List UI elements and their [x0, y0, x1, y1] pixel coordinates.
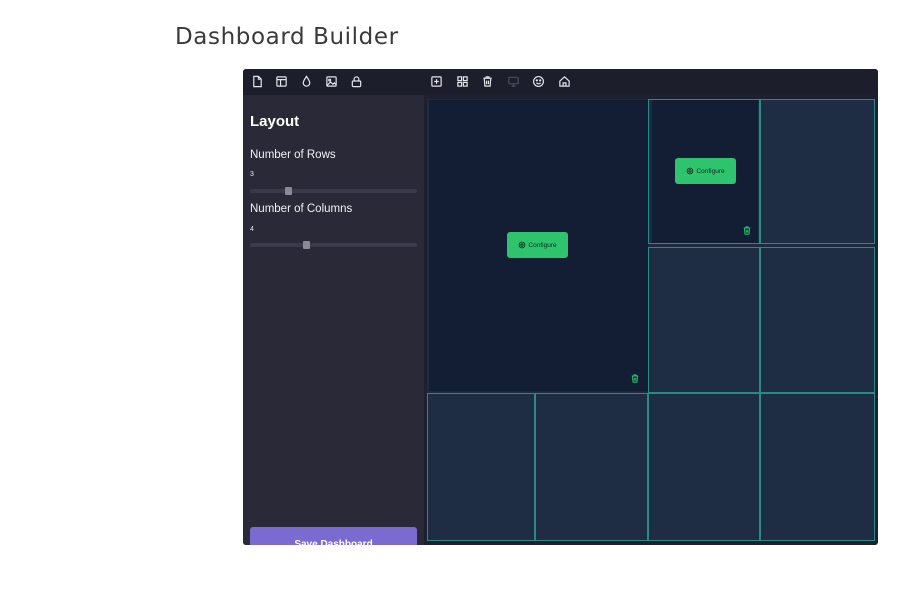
- trash-icon[interactable]: [742, 225, 752, 236]
- save-dashboard-button[interactable]: Save Dashboard: [250, 527, 417, 545]
- rows-label: Number of Rows: [250, 149, 336, 161]
- grid-cell[interactable]: [427, 393, 535, 541]
- configure-button[interactable]: Configure: [675, 158, 736, 184]
- grid-cell[interactable]: [760, 393, 875, 541]
- dashboard-canvas: Configure Configure: [427, 99, 875, 541]
- grid-cell[interactable]: [760, 247, 875, 393]
- grid-icon[interactable]: [456, 75, 469, 88]
- dashboard-builder-app: Layout Number of Rows 3 Number of Column…: [243, 69, 878, 545]
- layout-sidebar: Layout Number of Rows 3 Number of Column…: [243, 95, 424, 545]
- rows-slider-thumb[interactable]: [285, 187, 293, 195]
- configure-button[interactable]: Configure: [507, 232, 568, 258]
- configure-label: Configure: [528, 241, 557, 249]
- monitor-icon[interactable]: [507, 75, 520, 88]
- rows-slider[interactable]: [250, 187, 417, 195]
- columns-value: 4: [250, 226, 254, 233]
- image-icon[interactable]: [325, 75, 338, 88]
- trash-icon[interactable]: [630, 373, 640, 384]
- dashboard-widget[interactable]: Configure: [429, 100, 648, 391]
- rows-value: 3: [250, 171, 254, 178]
- grid-cell[interactable]: [648, 393, 760, 541]
- file-icon[interactable]: [251, 75, 264, 88]
- lock-icon[interactable]: [350, 75, 363, 88]
- columns-slider[interactable]: [250, 241, 417, 249]
- grid-cell[interactable]: [535, 393, 648, 541]
- columns-slider-thumb[interactable]: [302, 241, 310, 249]
- smiley-icon[interactable]: [532, 75, 545, 88]
- home-icon[interactable]: [558, 75, 571, 88]
- sidebar-title: Layout: [250, 113, 300, 130]
- columns-label: Number of Columns: [250, 203, 353, 215]
- toolbar: [243, 69, 878, 95]
- grid-cell[interactable]: [760, 99, 875, 244]
- gear-icon: [687, 167, 694, 175]
- page-title: Dashboard Builder: [175, 24, 399, 50]
- droplet-icon[interactable]: [300, 75, 313, 88]
- trash-icon[interactable]: [481, 75, 494, 88]
- grid-cell[interactable]: [648, 247, 760, 393]
- dashboard-widget[interactable]: Configure: [652, 100, 758, 243]
- gear-icon: [519, 241, 526, 249]
- layout-icon[interactable]: [275, 75, 288, 88]
- configure-label: Configure: [696, 167, 725, 175]
- add-square-icon[interactable]: [430, 75, 443, 88]
